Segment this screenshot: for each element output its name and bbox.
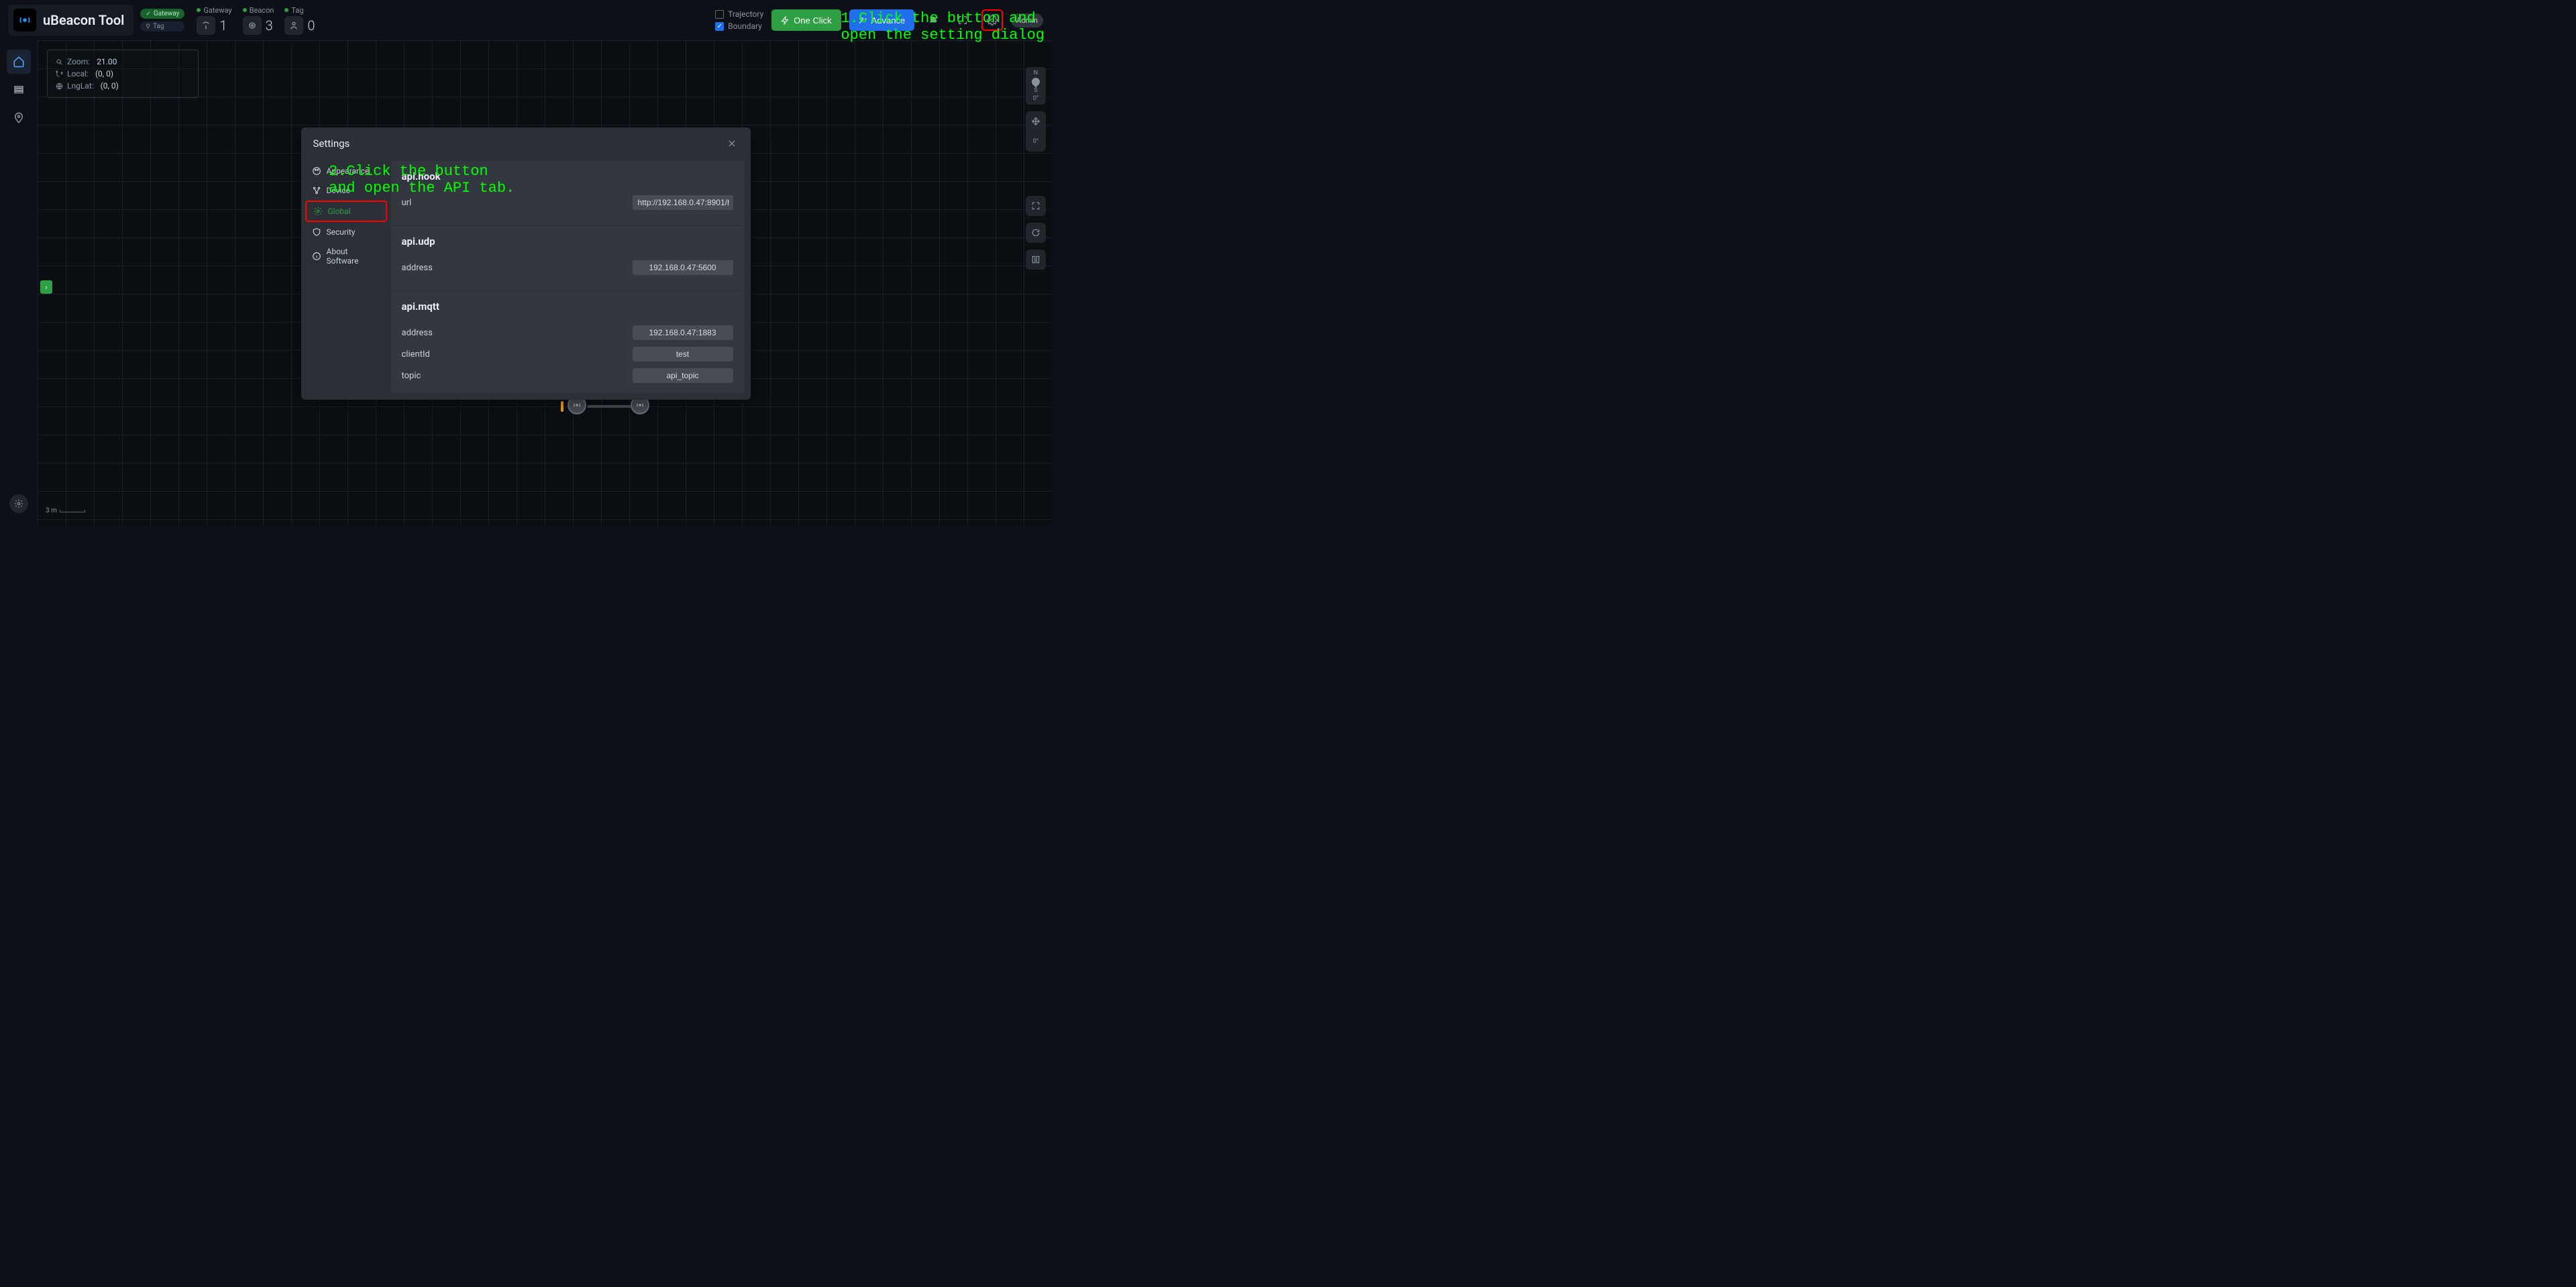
palette-icon [312,166,321,176]
mqtt-clientid-input[interactable] [633,347,733,361]
udp-address-input[interactable] [633,260,733,275]
dialog-title: Settings [313,137,350,150]
field-label-udp-address: address [402,263,433,273]
section-title-udp: api.udp [402,235,733,247]
section-api-udp: api.udp address [391,226,744,291]
field-label-mqtt-clientid: clientId [402,349,430,359]
section-title-mqtt: api.mqtt [402,300,733,313]
mqtt-topic-input[interactable] [633,368,733,383]
shield-icon [312,227,321,237]
close-icon[interactable] [725,137,739,150]
field-label-mqtt-address: address [402,328,433,338]
annotation-2: 2.Click the button and open the API tab. [329,163,515,197]
section-api-mqtt: api.mqtt address clientId topic [391,291,744,393]
device-icon [312,186,321,195]
sidebar-item-about[interactable]: About Software [305,242,387,270]
sidebar-item-security[interactable]: Security [305,223,387,241]
annotation-1: 1.Click the button and open the setting … [841,10,1044,44]
gear-icon [313,207,323,216]
dialog-backdrop: Settings Appearance Device [0,0,1051,525]
field-label-hook-url: url [402,198,412,208]
hook-url-input[interactable] [633,195,733,210]
field-label-mqtt-topic: topic [402,371,421,381]
sidebar-item-global[interactable]: Global [305,201,387,222]
mqtt-address-input[interactable] [633,325,733,340]
info-icon [312,251,321,261]
